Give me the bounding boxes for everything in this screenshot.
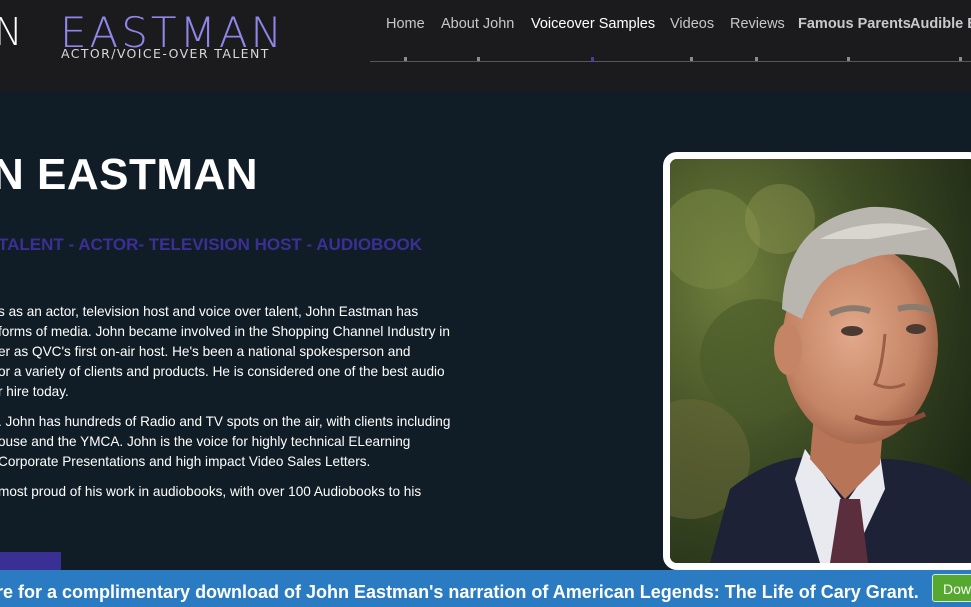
nav-item-videos[interactable]: Videos: [670, 16, 714, 32]
nav-tick-about-john: [477, 57, 480, 61]
bio-line: Corporate Presentations and high impact …: [0, 454, 371, 469]
promo-text[interactable]: re for a complimentary download of John …: [0, 582, 919, 603]
bio-paragraph-3: most proud of his work in audiobooks, wi…: [0, 482, 478, 502]
portrait-photo: [663, 152, 971, 570]
nav-item-voiceover-samples[interactable]: Voiceover Samples: [531, 16, 655, 32]
page-subtitle: TALENT - ACTOR- TELEVISION HOST - AUDIOB…: [0, 235, 423, 254]
nav-underline: [370, 61, 971, 62]
nav-item-audible[interactable]: Audible B: [910, 16, 971, 32]
bio-line: . John has hundreds of Radio and TV spot…: [0, 414, 451, 429]
site-header: N EASTMAN ACTOR/VOICE-OVER TALENT Home A…: [0, 0, 971, 91]
promo-bar: re for a complimentary download of John …: [0, 570, 971, 607]
bio-line: r hire today.: [0, 384, 69, 399]
nav-tick-famous-parents: [847, 57, 850, 61]
bio-line: er as QVC's first on-air host. He's been…: [0, 344, 411, 359]
download-button[interactable]: Dow: [932, 574, 971, 602]
main-nav: Home About John Voiceover Samples Videos…: [0, 0, 971, 70]
nav-item-famous-parents[interactable]: Famous Parents: [798, 16, 911, 32]
nav-tick-videos: [690, 57, 693, 61]
bio-paragraph-1: s as an actor, television host and voice…: [0, 302, 478, 402]
bio-line: forms of media. John became involved in …: [0, 324, 450, 339]
bio-line: or a variety of clients and products. He…: [0, 364, 445, 379]
bio-line: s as an actor, television host and voice…: [0, 304, 419, 319]
nav-tick-reviews: [755, 57, 758, 61]
nav-item-about-john[interactable]: About John: [441, 16, 514, 32]
nav-tick-voiceover-samples: [591, 57, 594, 61]
page-title: N EASTMAN: [0, 150, 259, 199]
bio-line: ouse and the YMCA. John is the voice for…: [0, 434, 411, 449]
nav-item-home[interactable]: Home: [386, 16, 425, 32]
portrait-illustration: [670, 159, 971, 563]
nav-item-reviews[interactable]: Reviews: [730, 16, 785, 32]
bio-line: most proud of his work in audiobooks, wi…: [0, 484, 422, 499]
nav-tick-home: [404, 57, 407, 61]
nav-tick-audible: [959, 57, 962, 61]
bio-paragraph-2: . John has hundreds of Radio and TV spot…: [0, 412, 478, 472]
